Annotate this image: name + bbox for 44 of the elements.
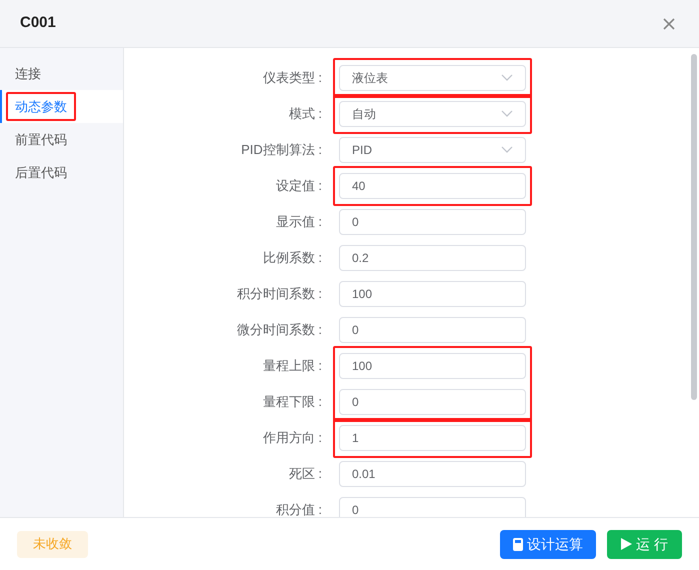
field-label: 量程上限 : <box>262 357 322 376</box>
select-field[interactable]: 自动 <box>339 101 526 127</box>
field-label: PID控制算法 : <box>241 141 322 160</box>
input-field[interactable]: 0 <box>339 389 526 415</box>
chevron-down-icon <box>501 110 513 118</box>
input-field[interactable]: 1 <box>339 425 526 451</box>
design-button[interactable]: 设计运算 <box>500 530 596 558</box>
input-field[interactable]: 100 <box>339 281 526 307</box>
field-label: 显示值 : <box>276 213 322 232</box>
input-field[interactable]: 100 <box>339 353 526 379</box>
status-badge: 未收敛 <box>17 530 88 558</box>
field-label: 模式 : <box>288 105 322 124</box>
field-label: 微分时间系数 : <box>236 321 322 340</box>
highlight-frame: 连接 <box>6 58 50 88</box>
play-icon <box>621 538 632 550</box>
highlight-frame: 后置代码 <box>6 158 76 188</box>
sidebar-item[interactable]: 后置代码 <box>0 156 123 189</box>
field-label: 积分值 : <box>276 501 322 517</box>
field-label: 设定值 : <box>276 177 322 196</box>
field-label: 积分时间系数 : <box>236 285 322 304</box>
scrollbar-thumb[interactable] <box>691 54 697 400</box>
field-label: 作用方向 : <box>262 429 322 448</box>
sidebar-item[interactable]: 连接 <box>0 57 123 90</box>
input-field[interactable]: 0 <box>339 497 526 517</box>
input-field[interactable]: 0.01 <box>339 461 526 487</box>
field-label: 死区 : <box>288 465 322 484</box>
sidebar-item[interactable]: 前置代码 <box>0 123 123 156</box>
calculator-icon <box>513 538 523 550</box>
sidebar-item[interactable]: 动态参数 <box>0 90 123 123</box>
chevron-down-icon <box>501 74 513 82</box>
highlight-frame: 动态参数 <box>6 92 76 122</box>
select-field[interactable]: PID <box>339 137 526 163</box>
field-label: 量程下限 : <box>262 393 322 412</box>
field-label: 仪表类型 : <box>262 69 322 88</box>
chevron-down-icon <box>501 146 513 154</box>
close-icon <box>663 18 675 30</box>
input-field[interactable]: 40 <box>339 173 526 199</box>
select-field[interactable]: 液位表 <box>339 65 526 91</box>
field-label: 比例系数 : <box>262 249 322 268</box>
dialog-title: C001 <box>20 13 56 34</box>
highlight-frame: 前置代码 <box>6 124 76 154</box>
input-field[interactable]: 0.2 <box>339 245 526 271</box>
input-field[interactable]: 0 <box>339 317 526 343</box>
input-field[interactable]: 0 <box>339 209 526 235</box>
